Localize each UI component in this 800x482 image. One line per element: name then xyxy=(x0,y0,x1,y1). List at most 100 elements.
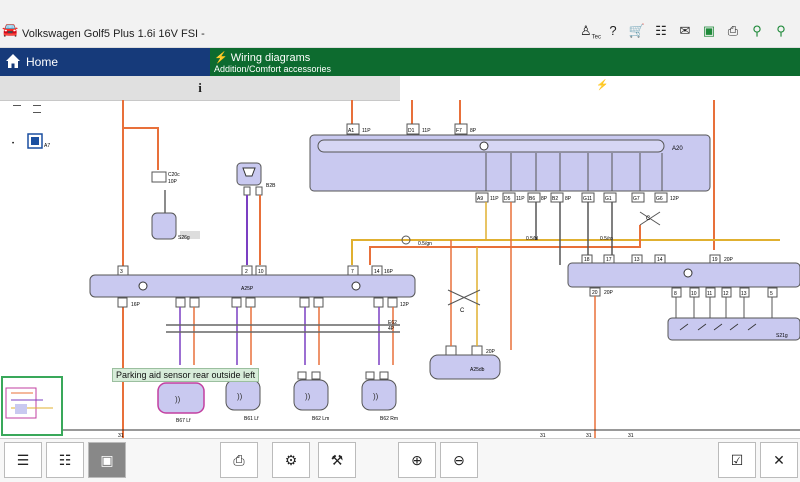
svg-text:G11: G11 xyxy=(583,196,592,202)
user-icon[interactable]: ♙Tec xyxy=(580,22,601,41)
svg-text:B62 Rm: B62 Rm xyxy=(380,416,398,422)
svg-text:11P: 11P xyxy=(490,196,499,202)
network-icon[interactable]: ⚲ xyxy=(748,22,766,40)
svg-text:10: 10 xyxy=(691,291,697,297)
svg-text:8P: 8P xyxy=(470,128,477,134)
section-header: ⚡ Wiring diagrams Addition/Comfort acces… xyxy=(210,48,800,76)
sensor-tooltip: Parking aid sensor rear outside left xyxy=(112,368,260,382)
list-button[interactable]: ☰ xyxy=(4,442,42,478)
component-tree[interactable]: A7 • xyxy=(12,105,50,149)
svg-text:7: 7 xyxy=(351,269,354,275)
list-icon: ☰ xyxy=(16,451,30,468)
svg-text:B2: B2 xyxy=(552,196,558,202)
svg-text:D5: D5 xyxy=(504,196,511,202)
svg-text:11P: 11P xyxy=(516,196,525,202)
mail-icon[interactable]: ✉ xyxy=(676,22,694,40)
settings-button[interactable]: ⚙ xyxy=(272,442,310,478)
svg-text:G6: G6 xyxy=(656,196,663,202)
settings-icon: ⚙ xyxy=(284,451,298,468)
zoom-out-icon: ⊖ xyxy=(453,451,465,468)
print-icon: ⎙ xyxy=(233,451,245,468)
svg-text:A25db: A25db xyxy=(470,367,485,373)
svg-text:11P: 11P xyxy=(362,128,371,134)
network2-icon[interactable]: ⚲ xyxy=(772,22,790,40)
section-subtitle: Addition/Comfort accessories xyxy=(214,64,332,74)
svg-text:16P: 16P xyxy=(131,302,141,308)
svg-text:20: 20 xyxy=(592,290,598,296)
minimap-preview xyxy=(5,387,53,419)
cart-icon[interactable]: 🛒 xyxy=(628,22,646,40)
svg-text:14: 14 xyxy=(657,257,663,263)
svg-text:8: 8 xyxy=(674,291,677,297)
bottom-toolbar: ☰ ☷ ▣ ⎙ ⚙ ⚒ ⊕ ⊖ ☑ ✕ xyxy=(0,438,800,482)
svg-text:C20c: C20c xyxy=(168,172,180,178)
tools-button[interactable]: ⚒ xyxy=(318,442,356,478)
help-icon[interactable]: ? xyxy=(604,22,622,40)
close-icon: ✕ xyxy=(773,451,785,468)
wiring-icon[interactable]: ⚡ xyxy=(596,80,608,91)
home-label: Home xyxy=(26,55,59,69)
svg-text:10: 10 xyxy=(258,269,264,275)
fit-button[interactable]: ▣ xyxy=(88,442,126,478)
print-button[interactable]: ⎙ xyxy=(220,442,258,478)
svg-text:G7: G7 xyxy=(633,196,640,202)
svg-text:2: 2 xyxy=(245,269,248,275)
top-bar: 🚘 Volkswagen Golf5 Plus 1.6i 16V FSI - ♙… xyxy=(0,0,800,48)
svg-text:A25P: A25P xyxy=(241,286,254,292)
svg-text:B2B: B2B xyxy=(266,183,276,189)
svg-text:0.5/ro: 0.5/ro xyxy=(600,236,613,242)
svg-text:14: 14 xyxy=(374,269,380,275)
info-tab[interactable]: i xyxy=(0,76,400,101)
svg-text:0.5/gn: 0.5/gn xyxy=(418,241,432,247)
top-icons: ♙Tec ? 🛒 ☷ ✉ ▣ ⎙ ⚲ ⚲ xyxy=(580,22,790,41)
svg-text:C: C xyxy=(646,216,651,222)
diagram-tab-bar: ⚡ xyxy=(400,76,800,100)
battery-icon[interactable]: ▣ xyxy=(700,22,718,40)
svg-text:13: 13 xyxy=(634,257,640,263)
zoom-in-button[interactable]: ⊕ xyxy=(398,442,436,478)
tree-icon[interactable]: ☷ xyxy=(652,22,670,40)
svg-text:11P: 11P xyxy=(422,128,431,134)
svg-text:5: 5 xyxy=(770,291,773,297)
nav-bar: Home ⚡ Wiring diagrams Addition/Comfort … xyxy=(0,48,800,76)
minimap[interactable] xyxy=(1,376,63,436)
svg-text:S26g: S26g xyxy=(178,235,190,241)
checklist-button[interactable]: ☑ xyxy=(718,442,756,478)
print-icon[interactable]: ⎙ xyxy=(724,22,742,40)
svg-text:•: • xyxy=(12,141,14,147)
section-title: ⚡ Wiring diagrams xyxy=(214,52,311,64)
svg-text:10P: 10P xyxy=(168,179,178,185)
svg-text:)): )) xyxy=(305,392,311,401)
svg-text:20P: 20P xyxy=(486,349,496,355)
svg-text:)): )) xyxy=(175,395,181,404)
svg-text:12P: 12P xyxy=(670,196,680,202)
svg-text:20P: 20P xyxy=(724,257,734,263)
section-title-text: Wiring diagrams xyxy=(230,52,311,64)
car-icon: 🚘 xyxy=(2,22,19,37)
svg-text:)): )) xyxy=(237,392,243,401)
svg-text:B61 Lf: B61 Lf xyxy=(244,416,259,422)
svg-text:12P: 12P xyxy=(400,302,410,308)
svg-text:8P: 8P xyxy=(565,196,572,202)
svg-text:12: 12 xyxy=(723,291,729,297)
checklist-icon: ☑ xyxy=(730,451,744,468)
svg-text:A7: A7 xyxy=(44,143,50,149)
zoom-out-button[interactable]: ⊖ xyxy=(440,442,478,478)
svg-text:A9: A9 xyxy=(477,196,483,202)
svg-text:B67 Lf: B67 Lf xyxy=(176,418,191,424)
svg-text:8P: 8P xyxy=(541,196,548,202)
close-button[interactable]: ✕ xyxy=(760,442,798,478)
tools-icon: ⚒ xyxy=(330,451,344,468)
list2-button[interactable]: ☷ xyxy=(46,442,84,478)
svg-text:18: 18 xyxy=(584,257,590,263)
home-button[interactable]: Home xyxy=(0,48,210,76)
vehicle-title: Volkswagen Golf5 Plus 1.6i 16V FSI - xyxy=(22,28,205,40)
svg-text:13: 13 xyxy=(741,291,747,297)
svg-text:B6: B6 xyxy=(529,196,535,202)
svg-text:0.5/bl: 0.5/bl xyxy=(526,236,538,242)
svg-text:19: 19 xyxy=(712,257,718,263)
svg-text:B62 Lm: B62 Lm xyxy=(312,416,329,422)
list2-icon: ☷ xyxy=(58,451,72,468)
user-badge: Tec xyxy=(591,34,601,41)
wiring-diagram[interactable]: A7 • A20 A1 11P D1 11P F7 8P A9 11P D5 11P B6 8P B2… xyxy=(0,100,800,438)
